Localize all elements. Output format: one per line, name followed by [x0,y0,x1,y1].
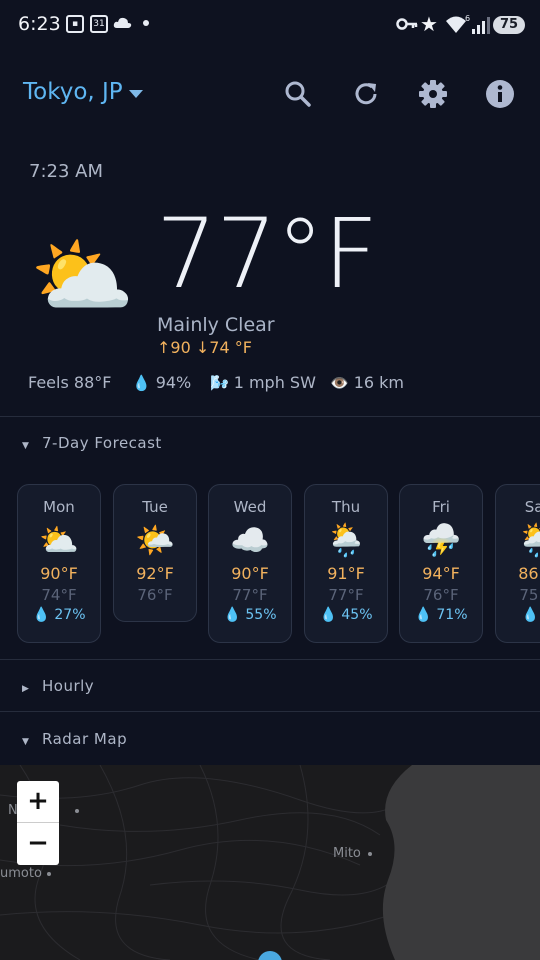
forecast-low: 77°F [232,586,268,604]
caret-down-icon: ▼ [22,737,30,747]
feels-like-value: Feels 88°F [28,373,112,392]
refresh-icon [355,83,377,105]
forecast-low: 76°F [137,586,173,604]
forecast-card-wed[interactable]: Wed ☁️ 90°F 77°F 💧 55% [208,484,292,643]
current-temperature: 77°F [156,198,378,310]
wind-value: 1 mph SW [233,373,316,392]
calendar-day-icon: 31 [90,15,108,33]
forecast-precip: 💧 55% [223,607,277,623]
forecast-precip: 💧 71% [414,607,468,623]
status-bar: 6:23 ▪ 31 ★ 6 75 [0,0,540,50]
battery-indicator: 75 [493,16,525,34]
forecast-precip: 💧 27% [32,607,86,623]
location-selector[interactable]: Tokyo, JP [23,79,123,105]
radar-section-title: Radar Map [42,730,128,748]
forecast-high: 90°F [231,564,269,583]
forecast-precip: 💧 45% [319,607,373,623]
forecast-low: 76°F [423,586,459,604]
zoom-out-button[interactable]: − [17,823,59,865]
forecast-section-title: 7-Day Forecast [42,434,162,452]
cloud-icon [113,17,132,28]
search-button[interactable] [278,74,318,114]
chevron-down-icon[interactable] [129,90,143,98]
sun-behind-cloud-icon: 🌤️ [135,521,175,559]
feels-like: Feels 88°F [28,373,111,392]
thunderstorm-icon: ⛈️ [421,521,461,559]
svg-text:6: 6 [465,14,470,23]
rain-sun-icon: 🌦️ [517,521,540,559]
hi-lo-temperature: ↑90 ↓74 °F [157,338,252,357]
rain-sun-icon: 🌦️ [326,521,366,559]
forecast-low: 77°F [328,586,364,604]
forecast-day: Thu [331,498,361,516]
humidity-value: 94% [155,373,192,392]
visibility-value: 16 km [353,373,404,392]
caret-right-icon: ▶ [22,684,30,694]
wifi-icon: 6 [446,14,470,33]
forecast-high: 94°F [422,564,460,583]
wind-icon: 🌬️ [210,374,229,392]
forecast-section-header[interactable]: ▼ 7-Day Forecast [22,434,162,452]
calendar-notification-icon: ▪ [66,15,84,33]
forecast-card-thu[interactable]: Thu 🌦️ 91°F 77°F 💧 45% [304,484,388,643]
divider [0,659,540,660]
gear-icon [419,80,447,108]
eye-icon: 👁️ [330,374,349,392]
hourly-section-title: Hourly [42,677,95,695]
hourly-section-header[interactable]: ▶ Hourly [22,677,94,695]
status-time: 6:23 [18,13,61,35]
search-icon [285,81,311,107]
zoom-in-button[interactable]: + [17,781,59,823]
humidity: 💧 94% [132,373,191,392]
forecast-card-fri[interactable]: Fri ⛈️ 94°F 76°F 💧 71% [399,484,483,643]
forecast-day: Wed [233,498,267,516]
forecast-row[interactable]: Mon ⛅ 90°F 74°F 💧 27% Tue 🌤️ 92°F 76°F W… [17,484,540,644]
cellular-signal-icon [472,17,490,34]
star-icon: ★ [420,12,438,36]
radar-section-header[interactable]: ▼ Radar Map [22,730,127,748]
info-icon [486,80,514,108]
observation-time: 7:23 AM [29,161,103,182]
map-label: Mito [333,846,361,861]
divider [0,416,540,417]
forecast-day: Tue [142,498,168,516]
info-button[interactable] [480,74,520,114]
notification-dot-icon [143,20,149,26]
forecast-high: 92°F [136,564,174,583]
forecast-card-mon[interactable]: Mon ⛅ 90°F 74°F 💧 27% [17,484,101,643]
cloud-icon: ☁️ [230,521,270,559]
forecast-high: 86°F [518,564,540,583]
settings-button[interactable] [413,74,453,114]
partly-cloudy-icon: ⛅ [39,521,79,559]
forecast-day: Fri [432,498,450,516]
droplet-icon: 💧 [132,374,151,392]
forecast-card-tue[interactable]: Tue 🌤️ 92°F 76°F [113,484,197,622]
forecast-day: Sat [524,498,540,516]
partly-cloudy-icon: ⛅ [30,227,135,325]
vpn-key-icon [396,18,418,30]
forecast-high: 90°F [40,564,78,583]
wind: 🌬️ 1 mph SW [210,373,316,392]
condition-text: Mainly Clear [157,314,275,336]
divider [0,711,540,712]
map-tiles [0,765,540,960]
refresh-button[interactable] [346,74,386,114]
radar-map[interactable]: Mito Nikko umoto [0,765,540,960]
forecast-high: 91°F [327,564,365,583]
caret-down-icon: ▼ [22,441,30,451]
forecast-card-sat[interactable]: Sat 🌦️ 86°F 75°F 💧 5 [495,484,540,643]
forecast-precip: 💧 5 [521,607,540,623]
map-label: umoto [0,866,42,881]
forecast-low: 74°F [41,586,77,604]
visibility: 👁️ 16 km [330,373,404,392]
forecast-day: Mon [43,498,75,516]
forecast-low: 75°F [519,586,540,604]
